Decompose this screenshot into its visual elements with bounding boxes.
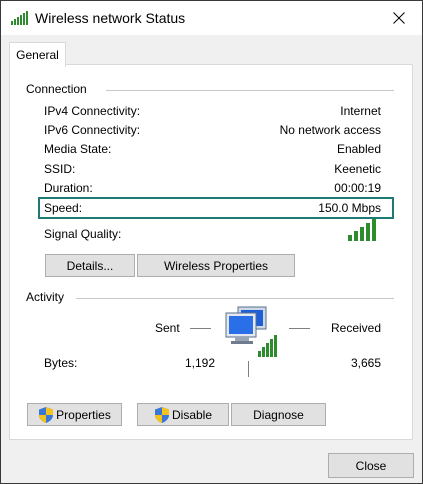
- uac-shield-icon: [154, 406, 169, 423]
- close-icon: [393, 12, 405, 24]
- sent-line: [190, 328, 211, 329]
- bytes-label: Bytes:: [44, 356, 78, 370]
- duration-value: 00:00:19: [334, 181, 381, 195]
- wifi-signal-icon: [11, 11, 28, 25]
- signal-strength-icon: [348, 219, 376, 241]
- tab-general-label: General: [16, 48, 59, 62]
- uac-shield-icon: [39, 406, 54, 423]
- received-line: [289, 328, 310, 329]
- activity-divider: [76, 298, 394, 299]
- received-label: Received: [331, 321, 382, 335]
- bytes-sent-value: 1,192: [184, 356, 215, 370]
- connection-divider: [106, 90, 394, 91]
- properties-button-label: Properties: [56, 407, 111, 422]
- duration-label: Duration:: [44, 181, 93, 195]
- details-button-label: Details...: [66, 258, 114, 273]
- connection-heading: Connection: [26, 82, 87, 96]
- diagnose-button-label: Diagnose: [253, 407, 304, 422]
- window-close-button[interactable]: [376, 1, 422, 35]
- ssid-value: Keenetic: [334, 162, 381, 176]
- bytes-received-value: 3,665: [350, 356, 381, 370]
- general-panel: Connection IPv4 Connectivity: Internet I…: [9, 64, 413, 440]
- media-state-label: Media State:: [44, 142, 112, 156]
- activity-heading: Activity: [26, 290, 65, 304]
- window-title: Wireless network Status: [35, 10, 186, 26]
- close-button-label: Close: [355, 458, 387, 473]
- diagnose-button[interactable]: Diagnose: [231, 403, 326, 426]
- connection-line: [248, 361, 249, 377]
- ipv4-label: IPv4 Connectivity:: [44, 104, 141, 118]
- tab-strip: General: [1, 35, 422, 67]
- speed-value: 150.0 Mbps: [318, 201, 381, 215]
- disable-button[interactable]: Disable: [137, 403, 229, 426]
- details-button[interactable]: Details...: [45, 254, 135, 277]
- ssid-label: SSID:: [44, 162, 76, 176]
- sent-label: Sent: [155, 321, 180, 335]
- wireless-properties-button-label: Wireless Properties: [163, 258, 269, 273]
- media-state-value: Enabled: [336, 142, 381, 156]
- ipv6-label: IPv6 Connectivity:: [44, 123, 141, 137]
- disable-button-label: Disable: [171, 407, 213, 422]
- ipv4-value: Internet: [340, 104, 381, 118]
- properties-button[interactable]: Properties: [27, 403, 122, 426]
- title-bar: Wireless network Status: [1, 1, 422, 35]
- speed-label: Speed:: [44, 201, 83, 215]
- wireless-status-window: Wireless network Status General Connecti…: [0, 0, 423, 484]
- wireless-properties-button[interactable]: Wireless Properties: [137, 254, 295, 277]
- signal-quality-label: Signal Quality:: [44, 227, 122, 241]
- ipv6-value: No network access: [279, 123, 381, 137]
- tab-general[interactable]: General: [9, 42, 66, 67]
- network-computers-icon: [225, 306, 277, 357]
- close-button[interactable]: Close: [328, 453, 414, 478]
